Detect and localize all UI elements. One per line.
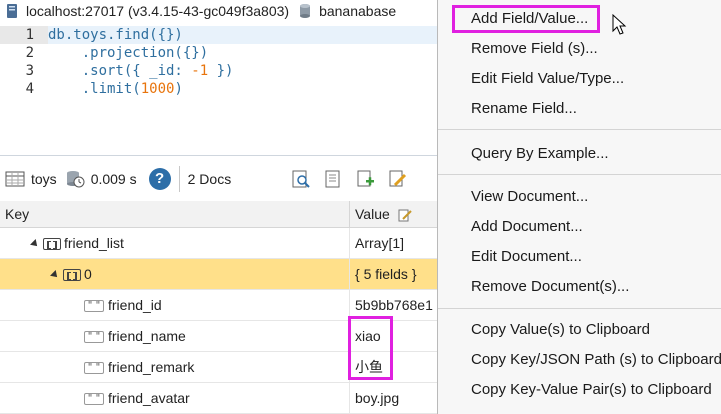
value-cell[interactable]: Array[1] <box>349 228 440 259</box>
table-row[interactable]: " " friend_avatar boy.jpg <box>0 383 440 414</box>
table-header: Key Value <box>0 201 440 228</box>
line-number: 1 <box>0 26 48 44</box>
title-bar: localhost:27017 (v3.4.15-43-gc049f3a803)… <box>0 0 440 22</box>
column-header-key[interactable]: Key <box>5 206 29 222</box>
key-text: friend_list <box>64 235 124 251</box>
view-document-icon[interactable] <box>291 169 311 189</box>
object-icon <box>63 268 81 281</box>
expand-arrow-icon[interactable] <box>50 269 60 280</box>
key-cell: friend_list <box>30 228 124 259</box>
key-cell: " " friend_name <box>84 321 186 352</box>
menu-item-view-document[interactable]: View Document... <box>471 188 588 205</box>
code-text: .limit( <box>48 81 141 97</box>
key-text: friend_name <box>108 328 186 344</box>
key-text: friend_remark <box>108 359 195 375</box>
menu-item-edit-field-value[interactable]: Edit Field Value/Type... <box>471 70 624 87</box>
key-text: friend_id <box>108 297 162 313</box>
collection-name: toys <box>31 170 57 187</box>
line-number: 4 <box>25 81 34 97</box>
add-document-icon[interactable] <box>355 169 375 189</box>
string-type-icon: " " <box>84 392 104 405</box>
query-time: 0.009 s <box>90 170 137 187</box>
code-line-4[interactable]: .limit(1000) <box>48 80 440 98</box>
docs-count: 2 Docs <box>187 170 232 187</box>
help-icon[interactable]: ? <box>148 167 171 190</box>
menu-item-add-document[interactable]: Add Document... <box>471 218 583 235</box>
menu-item-copy-key-path[interactable]: Copy Key/JSON Path (s) to Clipboard <box>471 351 721 368</box>
menu-item-copy-key-value[interactable]: Copy Key-Value Pair(s) to Clipboard <box>471 381 712 398</box>
menu-item-copy-value[interactable]: Copy Value(s) to Clipboard <box>471 321 650 338</box>
edit-document-icon[interactable] <box>387 169 407 189</box>
menu-separator <box>438 129 721 130</box>
code-line-2[interactable]: .projection({}) <box>48 44 440 62</box>
code-text: ) <box>174 81 183 97</box>
context-menu: Add Field/Value... Remove Field (s)... E… <box>437 0 721 414</box>
annotation-highlight-box <box>348 316 393 380</box>
key-cell: 0 <box>50 259 92 290</box>
result-table: Key Value friend_list Array[1] 0 { 5 fie… <box>0 201 440 414</box>
code-line-3[interactable]: .sort({ _id: -1 }) <box>48 62 440 80</box>
array-icon <box>43 237 61 250</box>
menu-item-edit-document[interactable]: Edit Document... <box>471 248 582 265</box>
timer-icon <box>66 170 85 187</box>
string-type-icon: " " <box>84 361 104 374</box>
value-cell[interactable]: { 5 fields } <box>349 259 440 290</box>
key-cell: " " friend_remark <box>84 352 194 383</box>
table-row[interactable]: 0 { 5 fields } <box>0 259 440 290</box>
query-editor[interactable]: 1 2 3 4 db.toys.find({}) .projection({})… <box>0 22 440 152</box>
key-cell: " " friend_id <box>84 290 162 321</box>
code-text: .sort({ _id: <box>48 63 192 79</box>
code-area[interactable]: db.toys.find({}) .projection({}) .sort({… <box>48 26 440 98</box>
code-number: -1 <box>191 63 209 79</box>
value-cell[interactable]: boy.jpg <box>349 383 440 414</box>
mouse-cursor-icon <box>612 14 627 35</box>
server-icon <box>7 4 17 18</box>
line-gutter: 1 2 3 4 <box>0 26 48 98</box>
menu-separator <box>438 308 721 309</box>
menu-item-rename-field[interactable]: Rename Field... <box>471 100 577 117</box>
edit-icon <box>398 209 412 222</box>
toolbar-divider <box>178 165 180 192</box>
code-number: 1000 <box>140 81 175 97</box>
expand-arrow-icon[interactable] <box>30 238 40 249</box>
key-cell: " " friend_avatar <box>84 383 190 414</box>
database-icon <box>300 4 311 18</box>
table-icon <box>5 171 25 186</box>
copy-document-icon[interactable] <box>323 169 343 189</box>
menu-item-add-field[interactable]: Add Field/Value... <box>471 10 588 27</box>
code-line-1[interactable]: db.toys.find({}) <box>48 26 440 44</box>
column-header-value-label: Value <box>355 206 390 222</box>
result-toolbar: toys 0.009 s ? 2 Docs <box>0 155 440 201</box>
menu-separator <box>438 174 721 175</box>
table-row[interactable]: friend_list Array[1] <box>0 228 440 259</box>
line-number: 2 <box>25 45 34 61</box>
key-text: friend_avatar <box>108 390 190 406</box>
code-text: }) <box>208 63 234 79</box>
column-header-value[interactable]: Value <box>349 201 440 228</box>
menu-item-query-by-example[interactable]: Query By Example... <box>471 145 609 162</box>
connection-label: localhost:27017 (v3.4.15-43-gc049f3a803) <box>26 3 290 19</box>
menu-item-remove-document[interactable]: Remove Document(s)... <box>471 278 629 295</box>
string-type-icon: " " <box>84 299 104 312</box>
database-label: bananabase <box>319 3 397 19</box>
line-number: 3 <box>25 63 34 79</box>
menu-item-remove-field[interactable]: Remove Field (s)... <box>471 40 598 57</box>
string-type-icon: " " <box>84 330 104 343</box>
key-text: 0 <box>84 266 92 282</box>
